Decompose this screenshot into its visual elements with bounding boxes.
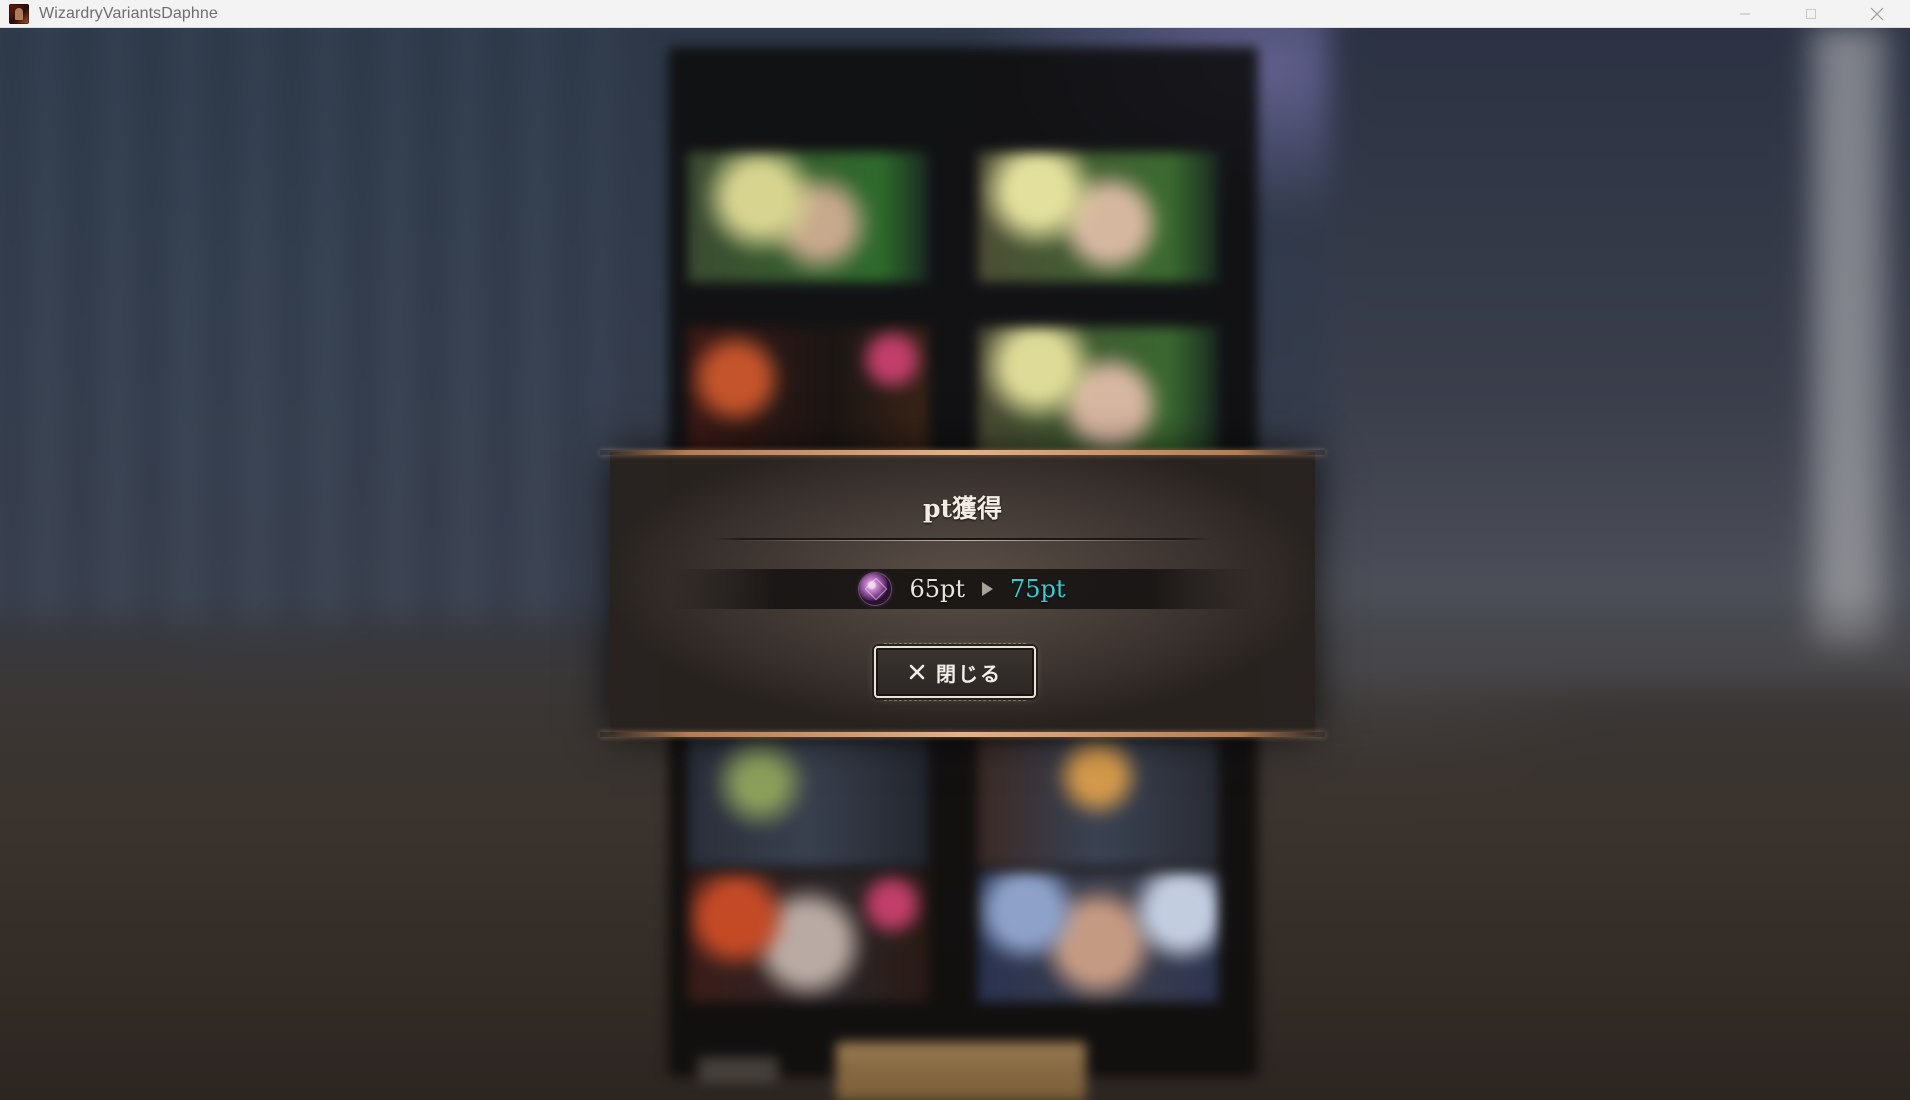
character-thumbnail xyxy=(688,737,928,867)
window-close-button[interactable] xyxy=(1844,0,1910,27)
dialog-title: pt獲得 xyxy=(922,494,1003,523)
close-button[interactable]: 閉じる xyxy=(874,643,1036,701)
maximize-icon xyxy=(1806,8,1816,19)
character-thumbnail xyxy=(688,327,928,457)
points-before: 65pt xyxy=(909,575,965,603)
arrow-right-icon xyxy=(982,582,993,596)
window-controls xyxy=(1712,0,1910,27)
background-footer-label xyxy=(698,1057,778,1081)
gem-medal-icon xyxy=(859,573,892,605)
character-thumbnail xyxy=(978,872,1218,1002)
points-after: 75pt xyxy=(1010,575,1066,603)
character-thumbnail xyxy=(688,872,928,1002)
title-divider xyxy=(713,537,1213,541)
maximize-button[interactable] xyxy=(1778,0,1844,27)
minimize-button[interactable] xyxy=(1712,0,1778,27)
background-footer-button xyxy=(836,1042,1086,1100)
window-titlebar[interactable]: WizardryVariantsDaphne xyxy=(0,0,1910,28)
close-button-label: 閉じる xyxy=(936,661,1002,686)
character-thumbnail xyxy=(978,327,1218,457)
scene-pillar xyxy=(1810,27,1890,647)
close-icon xyxy=(1870,7,1884,20)
points-row: 65pt 75pt xyxy=(610,569,1315,609)
game-viewport[interactable]: pt獲得 65pt 75pt 閉じる xyxy=(0,27,1910,1100)
x-icon xyxy=(909,664,925,680)
character-thumbnail xyxy=(978,737,1218,867)
minimize-icon xyxy=(1740,13,1750,14)
character-thumbnail xyxy=(978,152,1218,282)
scene-wall-left xyxy=(0,27,610,627)
app-icon xyxy=(9,3,29,24)
pt-acquired-dialog: pt獲得 65pt 75pt 閉じる xyxy=(600,450,1325,737)
window-title: WizardryVariantsDaphne xyxy=(39,4,218,22)
character-thumbnail xyxy=(688,152,928,282)
